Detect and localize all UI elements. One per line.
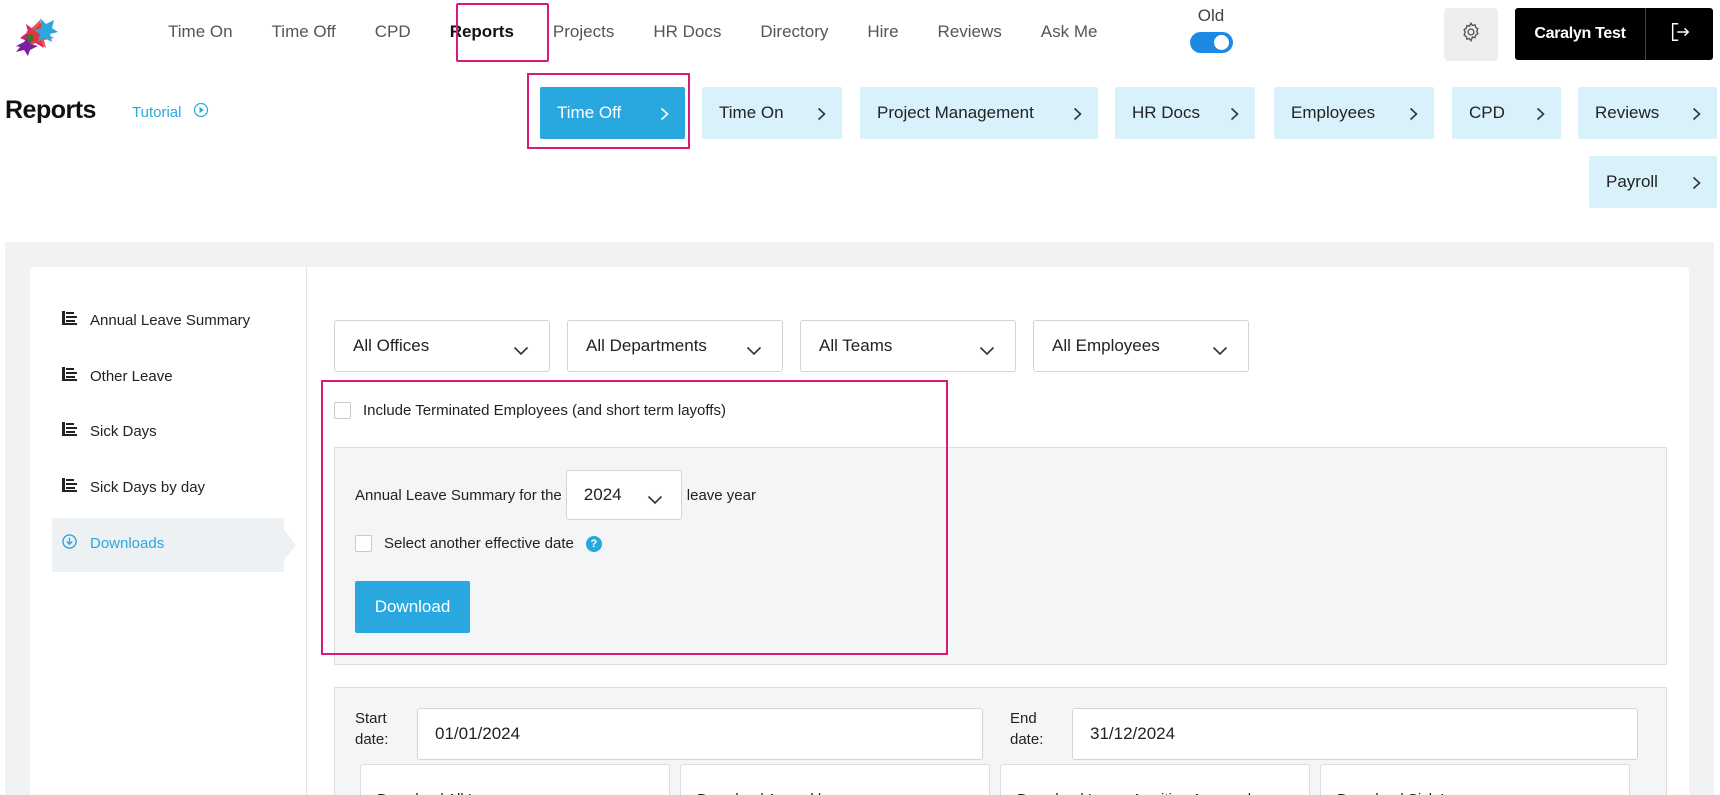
end-date-input[interactable]: 31/12/2024 <box>1072 708 1638 760</box>
tutorial-link[interactable]: Tutorial <box>132 102 209 122</box>
report-lines-icon <box>62 311 77 329</box>
chevron-down-icon <box>979 341 995 361</box>
nav-directory[interactable]: Directory <box>760 12 828 52</box>
sidebar-active-pointer <box>284 530 296 560</box>
chevron-right-icon <box>1409 106 1418 126</box>
sidebar-item-other-leave[interactable]: Other Leave <box>62 367 173 385</box>
settings-button[interactable] <box>1444 8 1498 61</box>
filter-value: All Offices <box>353 336 430 355</box>
chevron-right-icon <box>1073 106 1082 126</box>
filter-value: All Employees <box>1052 336 1160 355</box>
filter-value: All Departments <box>586 336 707 355</box>
report-lines-icon <box>62 422 77 440</box>
filter-value: All Teams <box>819 336 893 355</box>
employee-filter-select[interactable]: All Employees <box>1033 320 1249 372</box>
sidebar-item-label: Other Leave <box>90 367 173 385</box>
report-tab-label: Time On <box>719 103 784 122</box>
sidebar-item-label: Annual Leave Summary <box>90 311 251 329</box>
report-tab-label: Project Management <box>877 103 1034 122</box>
summary-form-highlight <box>321 380 948 655</box>
chevron-down-icon <box>1212 341 1228 361</box>
sidebar-item-label: Downloads <box>90 535 165 552</box>
main-nav: Time On Time Off CPD Reports Projects HR… <box>168 12 1136 52</box>
toggle-knob <box>1213 35 1229 50</box>
end-date-label: End date: <box>1010 710 1044 748</box>
sidebar-divider <box>306 267 307 795</box>
report-tab-label: Reviews <box>1595 103 1660 122</box>
download-awaiting-approval-card[interactable]: Download Leave Awaiting Approval <box>1000 764 1310 795</box>
report-tab-label: Payroll <box>1606 172 1658 191</box>
report-tab-project-management[interactable]: Project Management <box>860 87 1098 139</box>
chevron-right-icon <box>1692 106 1701 126</box>
top-bar: Time On Time Off CPD Reports Projects HR… <box>0 0 1720 66</box>
report-tab-hr-docs[interactable]: HR Docs <box>1115 87 1255 139</box>
nav-time-off[interactable]: Time Off <box>272 12 336 52</box>
chevron-right-icon <box>1536 106 1545 126</box>
logout-button[interactable] <box>1645 8 1713 60</box>
report-lines-icon <box>62 367 77 385</box>
old-ui-toggle[interactable] <box>1189 32 1233 53</box>
report-tab-time-on[interactable]: Time On <box>702 87 842 139</box>
report-tab-label: CPD <box>1469 103 1505 122</box>
reports-nav-highlight <box>456 3 549 62</box>
old-toggle-label: Old <box>1197 6 1225 25</box>
download-all-leave-card[interactable]: Download All Leave <box>360 764 670 795</box>
sidebar-item-annual-leave-summary[interactable]: Annual Leave Summary <box>62 311 250 329</box>
report-lines-icon <box>62 478 77 496</box>
user-name-button[interactable]: Caralyn Test <box>1515 8 1645 60</box>
gear-icon <box>1460 21 1482 48</box>
department-filter-select[interactable]: All Departments <box>567 320 783 372</box>
report-tab-employees[interactable]: Employees <box>1274 87 1434 139</box>
old-ui-toggle-group: Old <box>1186 6 1236 58</box>
chevron-down-icon <box>746 341 762 361</box>
user-menu: Caralyn Test <box>1515 8 1713 60</box>
nav-cpd[interactable]: CPD <box>375 12 411 52</box>
sidebar-item-sick-days[interactable]: Sick Days <box>62 422 157 440</box>
download-annual-leave-card[interactable]: Download Annual leave <box>680 764 990 795</box>
report-tab-label: Employees <box>1291 103 1376 122</box>
report-tab-reviews[interactable]: Reviews <box>1578 87 1717 139</box>
team-filter-select[interactable]: All Teams <box>800 320 1016 372</box>
report-tab-cpd[interactable]: CPD <box>1452 87 1561 139</box>
time-off-tab-highlight <box>527 73 690 149</box>
start-date-label: Start date: <box>355 710 389 748</box>
page-title: Reports <box>5 96 96 124</box>
nav-projects[interactable]: Projects <box>553 12 614 52</box>
chevron-right-icon <box>1230 106 1239 126</box>
sidebar-item-label: Sick Days by day <box>90 478 206 496</box>
start-date-input[interactable]: 01/01/2024 <box>417 708 983 760</box>
sidebar-item-label: Sick Days <box>90 422 157 440</box>
sidebar-item-sick-days-by-day[interactable]: Sick Days by day <box>62 478 205 496</box>
chevron-right-icon <box>1692 175 1701 195</box>
nav-hire[interactable]: Hire <box>867 12 898 52</box>
logout-icon <box>1669 21 1691 48</box>
chevron-down-icon <box>513 341 529 361</box>
nav-reviews[interactable]: Reviews <box>938 12 1002 52</box>
play-icon <box>193 102 209 122</box>
sidebar-item-downloads[interactable]: Downloads <box>62 534 164 553</box>
app-logo[interactable] <box>14 16 60 56</box>
download-sick-leave-card[interactable]: Download Sick Leave <box>1320 764 1630 795</box>
chevron-right-icon <box>817 106 826 126</box>
nav-hr-docs[interactable]: HR Docs <box>653 12 721 52</box>
report-tab-label: HR Docs <box>1132 103 1201 122</box>
tutorial-label: Tutorial <box>132 103 182 121</box>
report-tab-payroll[interactable]: Payroll <box>1589 156 1717 208</box>
nav-time-on[interactable]: Time On <box>168 12 233 52</box>
office-filter-select[interactable]: All Offices <box>334 320 550 372</box>
download-circle-icon <box>62 534 77 553</box>
nav-ask-me[interactable]: Ask Me <box>1041 12 1098 52</box>
